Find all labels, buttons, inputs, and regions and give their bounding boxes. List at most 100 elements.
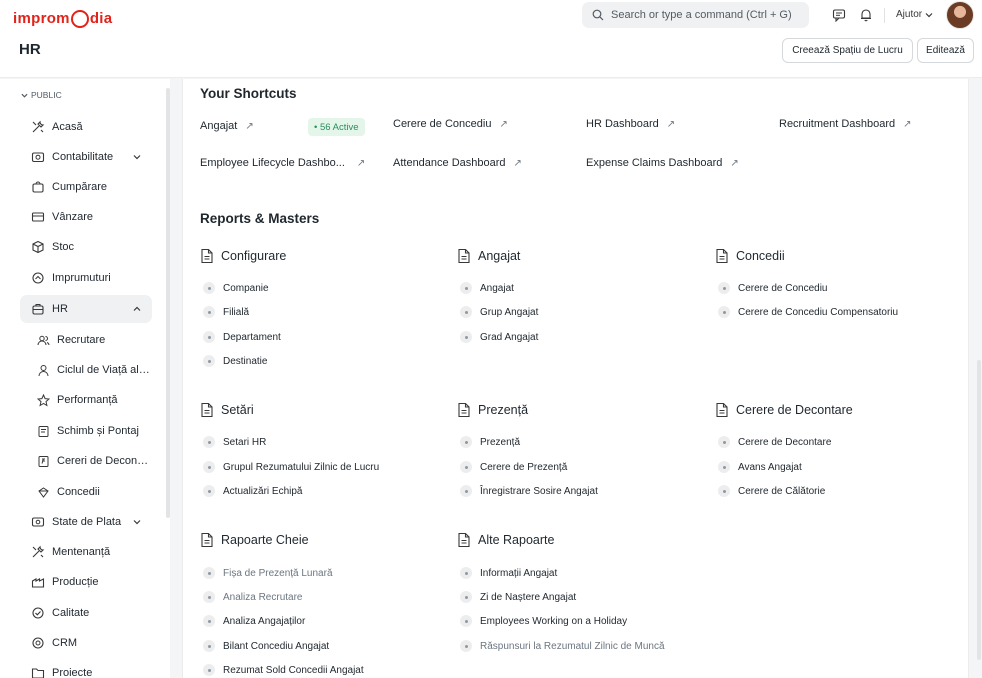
- payroll-icon: [30, 514, 46, 530]
- sidebar-item-cumparare[interactable]: Cumpărare: [20, 173, 152, 201]
- card-rapoarte-cheie: Rapoarte Cheie: [200, 532, 309, 548]
- sidebar-scrollbar[interactable]: [166, 88, 170, 518]
- sidebar-item-cereri-decontare[interactable]: Cereri de Decontare: [30, 448, 155, 474]
- help-menu[interactable]: Ajutor: [896, 9, 933, 20]
- link-cerere-calatorie[interactable]: Cerere de Călătorie: [718, 485, 825, 497]
- shortcut-angajat[interactable]: Angajat ↗: [200, 120, 254, 132]
- sidebar-item-recrutare[interactable]: Recrutare: [30, 327, 155, 353]
- main-scrollbar[interactable]: [977, 360, 981, 660]
- quality-icon: [30, 605, 46, 621]
- link-analiza-angajatilor[interactable]: Analiza Angajaților: [203, 615, 305, 627]
- tools-icon: [30, 119, 46, 135]
- link-grupul-rezumatului[interactable]: Grupul Rezumatului Zilnic de Lucru: [203, 461, 379, 473]
- sidebar-item-imprumuturi[interactable]: Imprumuturi: [20, 264, 152, 292]
- link-raspunsuri-rezumat[interactable]: Răspunsuri la Rezumatul Zilnic de Muncă: [460, 640, 665, 652]
- link-cerere-concediu[interactable]: Cerere de Concediu: [718, 282, 828, 294]
- card-setari: Setări: [200, 402, 254, 418]
- link-cerere-concediu-compensatoriu[interactable]: Cerere de Concediu Compensatoriu: [718, 306, 898, 318]
- link-zi-nastere-angajat[interactable]: Zi de Naștere Angajat: [460, 591, 576, 603]
- folder-icon: [30, 665, 46, 678]
- shortcut-cerere-concediu[interactable]: Cerere de Concediu ↗: [393, 118, 508, 130]
- page-title: HR: [19, 41, 41, 58]
- chevron-down-icon[interactable]: [130, 152, 144, 162]
- loan-icon: [30, 270, 46, 286]
- user-avatar[interactable]: [946, 1, 974, 29]
- shift-icon: [36, 424, 50, 438]
- sidebar-item-productie[interactable]: Producție: [20, 568, 152, 596]
- sidebar-item-ciclul-de-viata[interactable]: Ciclul de Viață al Angajatului: [30, 357, 155, 383]
- chevron-down-icon[interactable]: [130, 517, 144, 527]
- workspace-content: Your Shortcuts Angajat ↗ • 56 Active Cere…: [182, 79, 969, 678]
- document-icon: [715, 248, 729, 264]
- link-setari-hr[interactable]: Setari HR: [203, 436, 266, 448]
- sidebar-item-stoc[interactable]: Stoc: [20, 233, 152, 261]
- link-filiala[interactable]: Filială: [203, 306, 249, 318]
- shortcut-expense-claims-dashboard[interactable]: Expense Claims Dashboard ↗: [586, 157, 739, 169]
- link-prezenta[interactable]: Prezență: [460, 436, 520, 448]
- link-bilant-concediu[interactable]: Bilant Concediu Angajat: [203, 640, 329, 652]
- link-departament[interactable]: Departament: [203, 331, 281, 343]
- chevron-up-icon[interactable]: [130, 304, 144, 314]
- sidebar-section-public[interactable]: PUBLIC: [21, 90, 62, 100]
- card-cerere-decontare: Cerere de Decontare: [715, 402, 853, 418]
- card-angajat: Angajat: [457, 248, 520, 264]
- brand-logo[interactable]: impro m dia: [13, 9, 113, 28]
- link-rezumat-sold-concedii[interactable]: Rezumat Sold Concedii Angajat: [203, 664, 364, 676]
- shortcut-employee-lifecycle-dashboard[interactable]: Employee Lifecycle Dashbo... ↗: [200, 157, 365, 169]
- link-companie[interactable]: Companie: [203, 282, 269, 294]
- bell-icon[interactable]: [858, 7, 874, 23]
- arrow-up-right-icon: ↗: [666, 118, 676, 130]
- logo-text-end: dia: [89, 9, 113, 27]
- edit-button[interactable]: Editează: [917, 38, 974, 63]
- link-fisa-prezenta-lunara[interactable]: Fișa de Prezență Lunară: [203, 567, 333, 579]
- link-informatii-angajat[interactable]: Informații Angajat: [460, 567, 557, 579]
- sidebar-item-schimb-pontaj[interactable]: Schimb și Pontaj: [30, 418, 155, 444]
- star-icon: [36, 393, 50, 407]
- sidebar-item-contabilitate[interactable]: Contabilitate: [20, 143, 152, 171]
- sidebar-item-proiecte[interactable]: Proiecte: [20, 659, 152, 678]
- link-avans-angajat[interactable]: Avans Angajat: [718, 461, 802, 473]
- link-cerere-decontare[interactable]: Cerere de Decontare: [718, 436, 831, 448]
- page-header: HR Creează Spațiu de Lucru Editează: [0, 31, 982, 78]
- sidebar-item-state-de-plata[interactable]: State de Plata: [20, 508, 152, 536]
- link-angajat[interactable]: Angajat: [460, 282, 514, 294]
- shortcut-recruitment-dashboard[interactable]: Recruitment Dashboard ↗: [779, 118, 912, 130]
- shortcut-hr-dashboard[interactable]: HR Dashboard ↗: [586, 118, 675, 130]
- link-inregistrare-sosire[interactable]: Înregistrare Sosire Angajat: [460, 485, 598, 497]
- arrow-up-right-icon: ↗: [730, 157, 739, 169]
- user-icon: [36, 363, 50, 377]
- sidebar-item-mentenanta[interactable]: Mentenanță: [20, 538, 152, 566]
- link-destinatie[interactable]: Destinatie: [203, 355, 267, 367]
- sidebar-item-hr[interactable]: HR: [20, 295, 152, 323]
- arrow-up-right-icon: ↗: [245, 120, 254, 132]
- create-workspace-button[interactable]: Creează Spațiu de Lucru: [782, 38, 913, 63]
- chat-icon[interactable]: [831, 7, 847, 23]
- search-placeholder: Search or type a command (Ctrl + G): [611, 9, 792, 21]
- card-prezenta: Prezență: [457, 402, 528, 418]
- document-icon: [457, 248, 471, 264]
- shortcut-attendance-dashboard[interactable]: Attendance Dashboard ↗: [393, 157, 522, 169]
- box-icon: [30, 239, 46, 255]
- link-grup-angajat[interactable]: Grup Angajat: [460, 306, 538, 318]
- card-alte-rapoarte: Alte Rapoarte: [457, 532, 554, 548]
- sidebar-item-calitate[interactable]: Calitate: [20, 599, 152, 627]
- search-icon: [592, 9, 604, 21]
- leave-icon: [36, 485, 50, 499]
- crm-icon: [30, 635, 46, 651]
- sidebar-item-acasa[interactable]: Acasă: [20, 113, 152, 141]
- link-employees-working-holiday[interactable]: Employees Working on a Holiday: [460, 615, 627, 627]
- link-actualizari-echipa[interactable]: Actualizări Echipă: [203, 485, 302, 497]
- sidebar-item-vanzare[interactable]: Vânzare: [20, 203, 152, 231]
- link-analiza-recrutare[interactable]: Analiza Recrutare: [203, 591, 302, 603]
- sidebar-item-concedii[interactable]: Concedii: [30, 479, 155, 505]
- tools-icon: [30, 544, 46, 560]
- link-cerere-prezenta[interactable]: Cerere de Prezență: [460, 461, 567, 473]
- sidebar-item-crm[interactable]: CRM: [20, 629, 152, 657]
- search-bar[interactable]: Search or type a command (Ctrl + G): [582, 2, 809, 28]
- help-label: Ajutor: [896, 9, 923, 20]
- expense-icon: [36, 454, 50, 468]
- sidebar-item-performanta[interactable]: Performanță: [30, 387, 155, 413]
- document-icon: [200, 532, 214, 548]
- link-grad-angajat[interactable]: Grad Angajat: [460, 331, 538, 343]
- logo-text-start: impro: [13, 9, 57, 27]
